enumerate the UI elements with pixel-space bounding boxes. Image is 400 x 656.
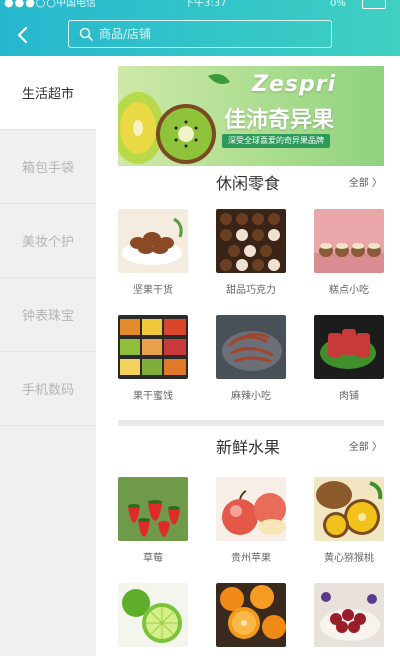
product-name: 麻辣小吃 <box>231 391 271 402</box>
product-image-dried-fruit <box>118 315 188 379</box>
battery-percent: 0% <box>330 0 346 9</box>
view-all-link[interactable]: 全部 〉 <box>349 170 382 198</box>
sidebar-item-label: 生活超市 <box>21 87 74 102</box>
product-image-lime <box>118 583 188 647</box>
section-title: 新鲜水果 <box>216 438 281 457</box>
sidebar-item-bags[interactable]: 箱包手袋 <box>0 130 96 204</box>
product-name: 肉铺 <box>339 391 359 402</box>
sidebar-item-label: 箱包手袋 <box>21 161 74 176</box>
header: ●●●○○ 中国电信 下午3:37 0% <box>0 0 400 56</box>
clock: 下午3:37 <box>184 0 227 9</box>
sidebar-item-label: 手机数码 <box>21 383 74 398</box>
product-item[interactable]: 肉铺 <box>314 315 388 411</box>
product-name: 糕点小吃 <box>329 285 369 296</box>
product-image-apple <box>216 477 286 541</box>
product-name: 草莓 <box>143 553 163 564</box>
sidebar-item-label: 钟表珠宝 <box>21 309 74 324</box>
sidebar-item-watches-jewelry[interactable]: 钟表珠宝 <box>0 278 96 352</box>
product-image-orange <box>216 583 286 647</box>
product-image-berries <box>314 583 384 647</box>
product-item[interactable]: 贵州苹果 <box>216 477 290 573</box>
section-title: 休闲零食 <box>216 174 281 193</box>
product-item[interactable]: 甜品巧克力 <box>216 209 290 305</box>
product-image-chocolate <box>216 209 286 273</box>
product-item[interactable]: 果干蜜饯 <box>118 315 192 411</box>
promo-banner[interactable]: Zespri 佳沛奇异果 深受全球喜爱的奇异果品牌 <box>118 66 384 166</box>
section-header-fruit: 新鲜水果 全部 〉 <box>118 434 384 462</box>
product-image-nuts <box>118 209 188 273</box>
product-item[interactable]: 黄心猕猴桃 <box>314 477 388 573</box>
product-image-golden-kiwi <box>314 477 384 541</box>
search-box[interactable] <box>68 20 332 48</box>
product-item[interactable] <box>314 583 388 656</box>
product-name: 果干蜜饯 <box>133 391 173 402</box>
product-name: 坚果干货 <box>133 285 173 296</box>
battery-icon <box>362 0 386 9</box>
product-item[interactable]: 麻辣小吃 <box>216 315 290 411</box>
product-item[interactable]: 糕点小吃 <box>314 209 388 305</box>
product-image-pastry <box>314 209 384 273</box>
product-image-jerky <box>314 315 384 379</box>
sidebar-item-phones-digital[interactable]: 手机数码 <box>0 352 96 426</box>
banner-subtitle: 深受全球喜爱的奇异果品牌 <box>222 134 330 148</box>
sidebar-item-beauty[interactable]: 美妆个护 <box>0 204 96 278</box>
signal-icon: ●●●○○ <box>4 0 57 9</box>
banner-title: 佳沛奇异果 <box>224 108 335 133</box>
section-header-snacks: 休闲零食 全部 〉 <box>118 170 384 198</box>
product-image-strawberry <box>118 477 188 541</box>
status-bar: ●●●○○ 中国电信 下午3:37 0% <box>0 0 400 12</box>
sidebar-item-life-supermarket[interactable]: 生活超市 <box>0 56 96 130</box>
chevron-left-icon <box>17 26 28 44</box>
search-input[interactable] <box>99 27 299 41</box>
product-image-spicy-snack <box>216 315 286 379</box>
product-item[interactable] <box>216 583 290 656</box>
product-name: 甜品巧克力 <box>226 285 276 296</box>
product-name: 黄心猕猴桃 <box>324 553 374 564</box>
section-divider <box>118 420 384 426</box>
banner-brand: Zespri <box>252 72 337 97</box>
category-sidebar: 生活超市 箱包手袋 美妆个护 钟表珠宝 手机数码 <box>0 56 96 656</box>
carrier-label: 中国电信 <box>56 0 96 9</box>
product-item[interactable]: 草莓 <box>118 477 192 573</box>
product-item[interactable]: 坚果干货 <box>118 209 192 305</box>
product-item[interactable] <box>118 583 192 656</box>
sidebar-item-label: 美妆个护 <box>21 235 74 250</box>
main-content: Zespri 佳沛奇异果 深受全球喜爱的奇异果品牌 休闲零食 全部 〉 坚果干货 <box>96 56 400 656</box>
view-all-link[interactable]: 全部 〉 <box>349 434 382 462</box>
search-icon <box>79 27 93 41</box>
back-button[interactable] <box>12 22 34 48</box>
product-name: 贵州苹果 <box>231 553 271 564</box>
